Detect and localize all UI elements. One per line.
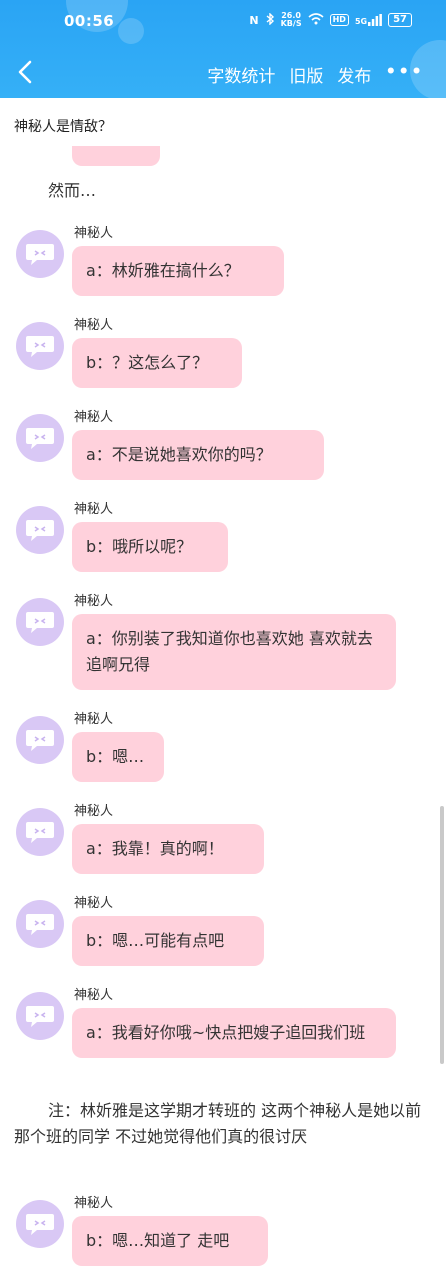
- avatar[interactable]: [16, 808, 64, 856]
- chat-bubble: a：我看好你哦~快点把嫂子追回我们班: [72, 1008, 396, 1058]
- chat-bubble-icon: [26, 822, 54, 843]
- chat-bubble: a：不是说她喜欢你的吗？: [72, 430, 324, 480]
- chat-bubble-icon: [26, 1006, 54, 1027]
- avatar[interactable]: [16, 716, 64, 764]
- avatar[interactable]: [16, 506, 64, 554]
- chat-bubble-icon: [26, 520, 54, 541]
- chat-bubble-icon: [26, 730, 54, 751]
- word-count-button[interactable]: 字数统计: [207, 62, 275, 87]
- sender-name: 神秘人: [74, 804, 114, 819]
- narration: 然而…: [48, 181, 97, 200]
- chevron-left-icon: [18, 60, 32, 84]
- decor-bubble: [118, 18, 144, 44]
- hd-icon: HD: [329, 14, 349, 26]
- sender-name: 神秘人: [74, 988, 114, 1003]
- sender-name: 神秘人: [74, 1196, 114, 1211]
- bluetooth-icon: [265, 11, 275, 28]
- chat-bubble-partial: [72, 146, 160, 166]
- signal-icon: 5G: [355, 14, 382, 26]
- status-icons: N 26.0 KB/S HD 5G 57: [249, 12, 412, 28]
- back-button[interactable]: [14, 58, 38, 86]
- chat-bubble-icon: [26, 1214, 54, 1235]
- chat-bubble: a：林妡雅在搞什么？: [72, 246, 284, 296]
- sender-name: 神秘人: [74, 896, 114, 911]
- chat-bubble-icon: [26, 244, 54, 265]
- nfc-icon: N: [249, 13, 259, 27]
- old-version-button[interactable]: 旧版: [289, 62, 323, 87]
- sender-name: 神秘人: [74, 712, 114, 727]
- avatar[interactable]: [16, 322, 64, 370]
- chat-bubble: b：？这怎么了？: [72, 338, 242, 388]
- sender-name: 神秘人: [74, 410, 114, 425]
- avatar[interactable]: [16, 992, 64, 1040]
- avatar[interactable]: [16, 900, 64, 948]
- chat-bubble: a：我靠！真的啊！: [72, 824, 264, 874]
- wifi-icon: [308, 12, 324, 28]
- chat-bubble: b：嗯…可能有点吧: [72, 916, 264, 966]
- top-bar: 00:56 N 26.0 KB/S HD 5G 57 字数统计 旧版 发布 ••…: [0, 0, 446, 98]
- scrollbar[interactable]: [440, 806, 444, 1064]
- chat-bubble-icon: [26, 428, 54, 449]
- sender-name: 神秘人: [74, 318, 114, 333]
- previous-line: 神秘人是情敌？: [14, 119, 112, 135]
- sender-name: 神秘人: [74, 594, 114, 609]
- status-time: 00:56: [64, 12, 115, 30]
- avatar[interactable]: [16, 598, 64, 646]
- story-content: 神秘人是情敌？ 然而… 神秘人 a：林妡雅在搞什么？ 神秘人 b：？这怎么了？ …: [0, 98, 446, 1280]
- sender-name: 神秘人: [74, 226, 114, 241]
- more-button[interactable]: •••: [385, 62, 424, 87]
- chat-bubble-icon: [26, 612, 54, 633]
- nav-actions: 字数统计 旧版 发布 •••: [207, 62, 424, 87]
- chat-bubble-icon: [26, 336, 54, 357]
- sender-name: 神秘人: [74, 502, 114, 517]
- avatar[interactable]: [16, 230, 64, 278]
- chat-bubble: a：你别装了我知道你也喜欢她 喜欢就去追啊兄得: [72, 614, 396, 690]
- chat-bubble-icon: [26, 914, 54, 935]
- publish-button[interactable]: 发布: [337, 62, 371, 87]
- chat-bubble: b：嗯…知道了 走吧: [72, 1216, 268, 1266]
- network-speed: 26.0 KB/S: [280, 11, 302, 28]
- avatar[interactable]: [16, 414, 64, 462]
- author-note: 注：林妡雅是这学期才转班的 这两个神秘人是她以前那个班的同学 不过她觉得他们真的…: [14, 1101, 422, 1146]
- battery-icon: 57: [388, 13, 412, 27]
- chat-bubble: b：嗯…: [72, 732, 164, 782]
- chat-bubble: b：哦所以呢？: [72, 522, 228, 572]
- avatar[interactable]: [16, 1200, 64, 1248]
